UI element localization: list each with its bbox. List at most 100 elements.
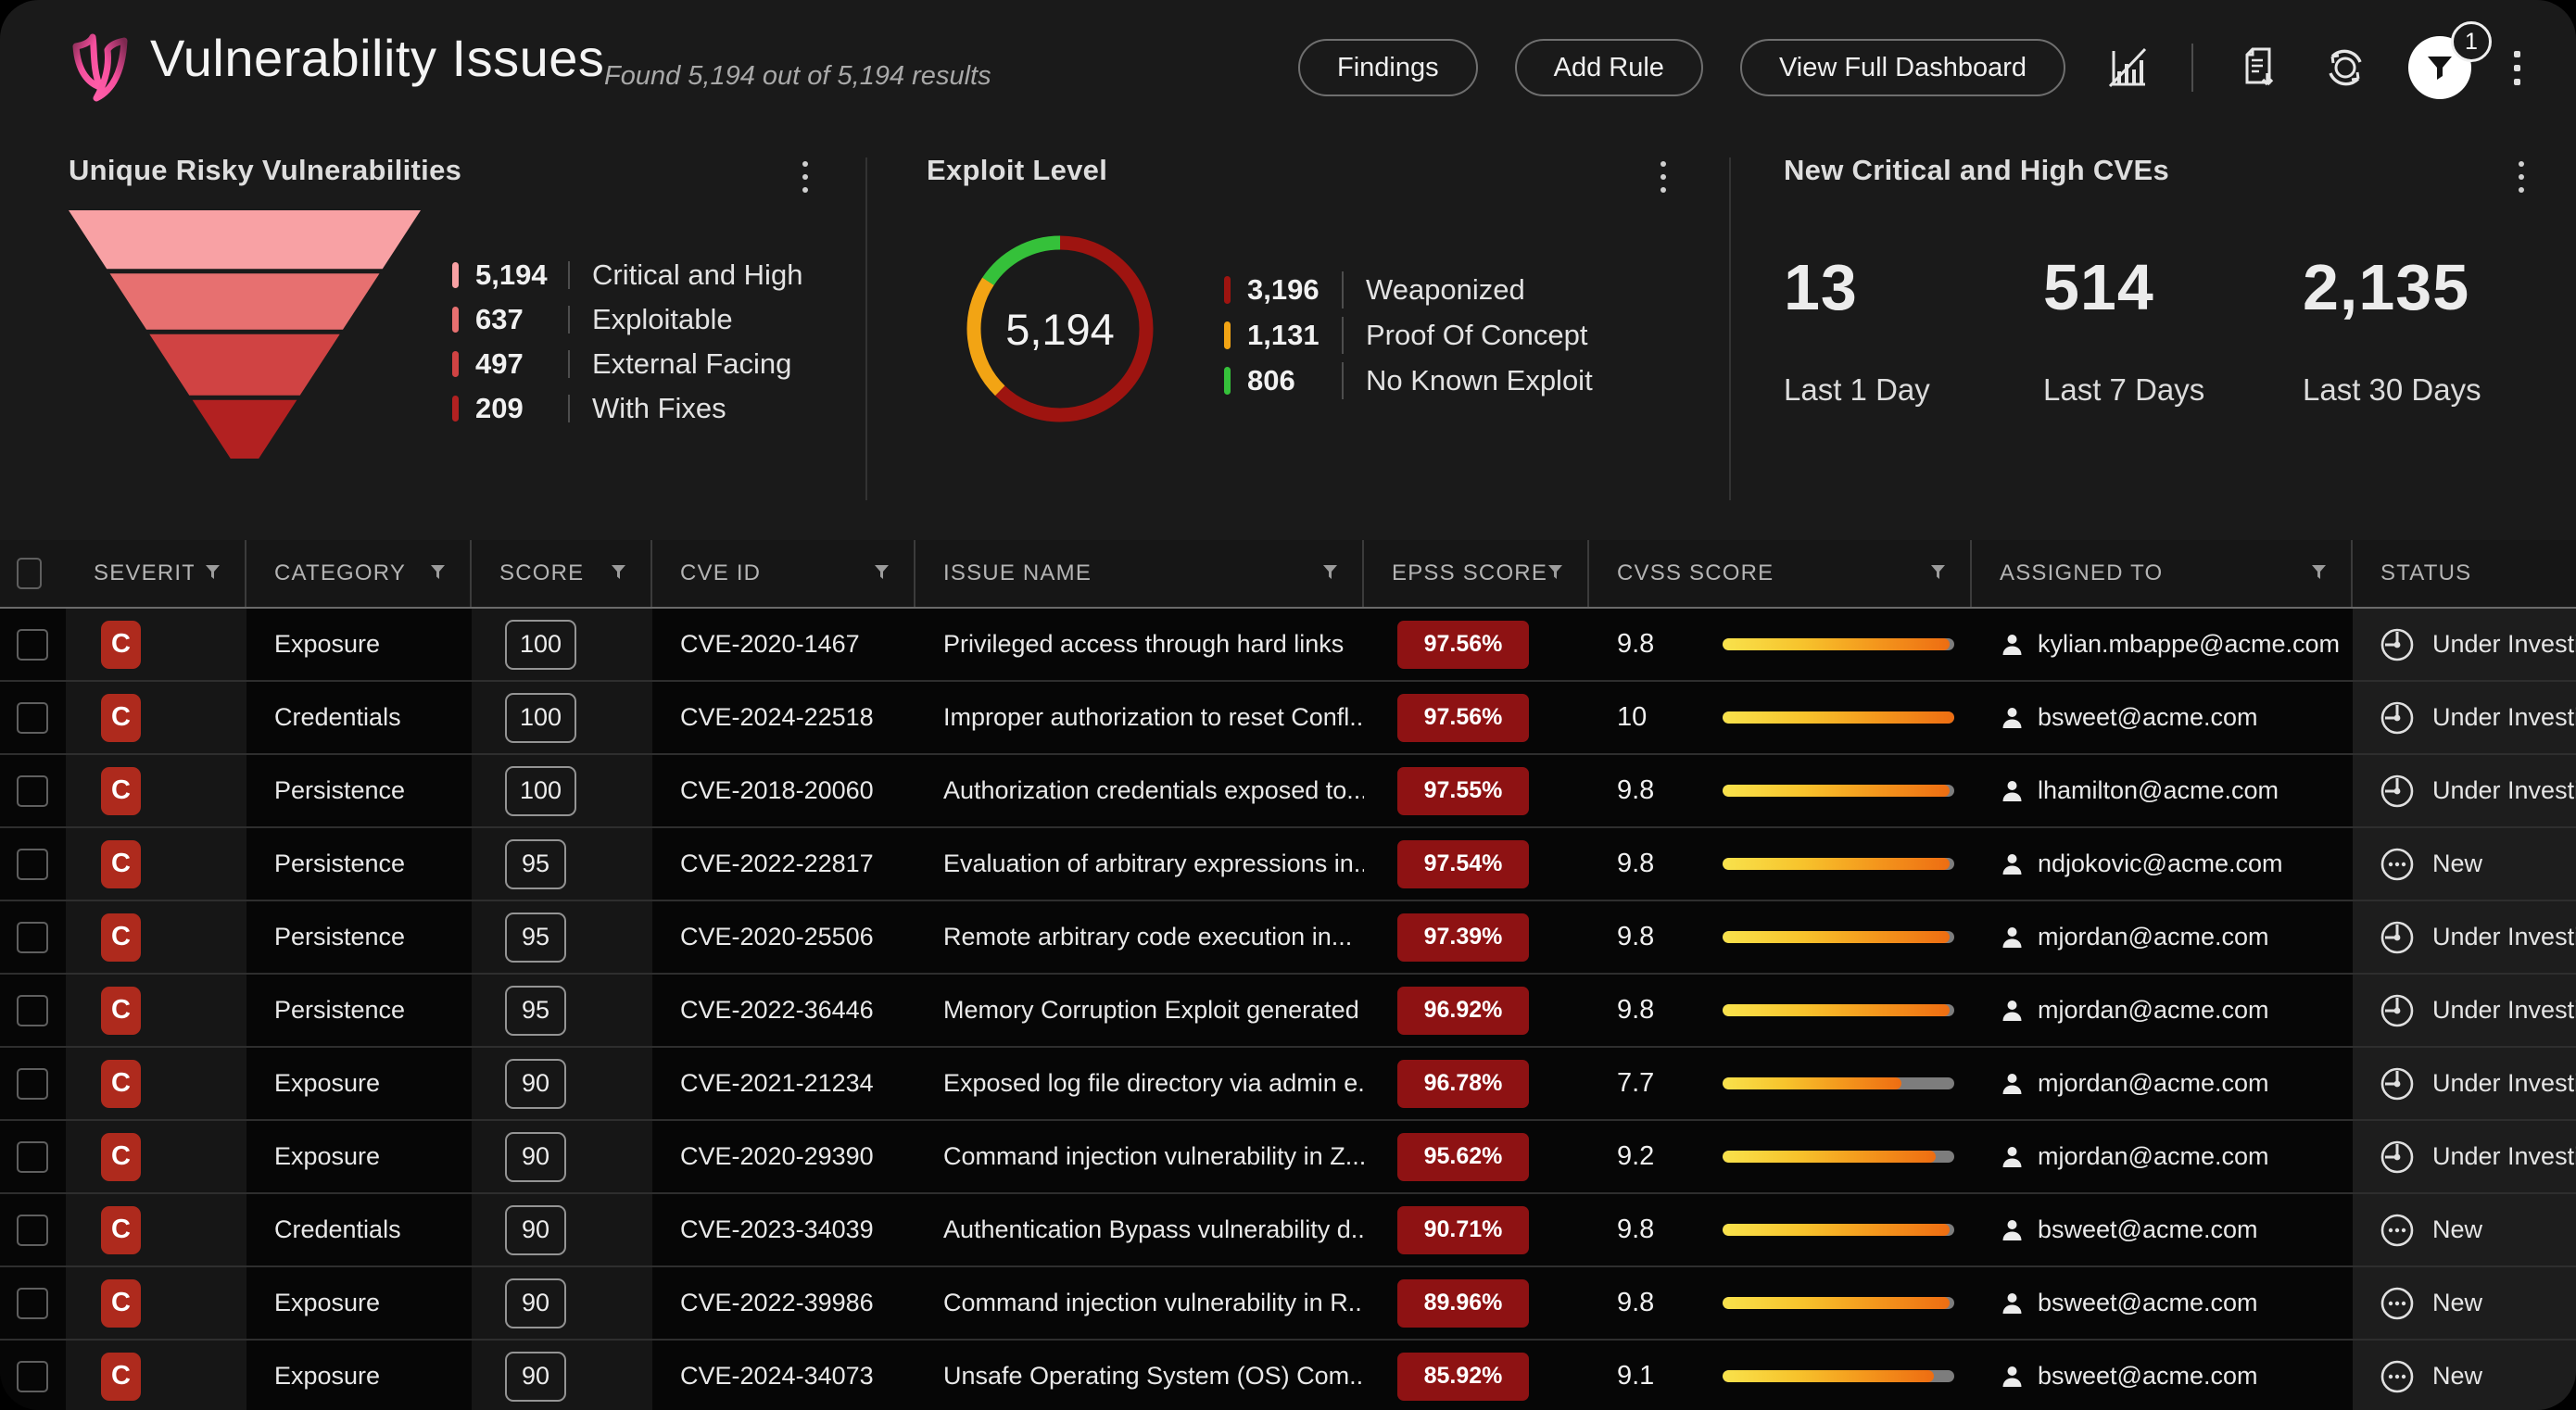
cell-score: 100 [472,682,652,753]
issue-name-value: Memory Corruption Exploit generated [943,996,1364,1025]
legend-separator [568,350,570,378]
card-kebab-menu-icon[interactable] [1655,156,1672,198]
category-value: Persistence [274,850,405,878]
table-row[interactable]: CExposure90CVE-2021-21234Exposed log fil… [0,1048,2576,1121]
legend-separator [1342,317,1344,354]
filter-icon[interactable] [1930,560,1946,586]
row-checkbox[interactable] [17,775,48,807]
row-checkbox[interactable] [17,1361,48,1392]
table-row[interactable]: CCredentials100CVE-2024-22518Improper au… [0,682,2576,755]
column-label: STATUS [2380,560,2471,586]
row-checkbox[interactable] [17,1141,48,1173]
refresh-icon[interactable] [2319,42,2371,94]
table-row[interactable]: CExposure90CVE-2022-39986Command injecti… [0,1267,2576,1341]
cell-status: New [2353,1341,2576,1410]
filter-icon[interactable] [2311,560,2327,586]
cell-cvss-score: 9.8 [1589,901,1972,973]
filter-icon[interactable] [1322,560,1338,586]
cell-checkbox [0,1121,66,1192]
card-kebab-menu-icon[interactable] [797,156,814,198]
cell-score: 95 [472,901,652,973]
add-rule-button[interactable]: Add Rule [1515,39,1703,96]
column-header-severity[interactable]: SEVERITY [66,540,246,607]
issue-name-value: Improper authorization to reset Confl... [943,703,1364,732]
cve-id-value: CVE-2024-34073 [680,1362,874,1391]
epss-score-badge: 85.92% [1397,1353,1529,1401]
category-value: Exposure [274,1362,380,1391]
cell-status: Under Investigation [2353,1121,2576,1192]
funnel-legend: 5,194Critical and High637Exploitable497E… [452,253,802,431]
filter-icon[interactable] [611,560,626,586]
table-row[interactable]: CExposure90CVE-2020-29390Command injecti… [0,1121,2576,1194]
column-header-epss-score[interactable]: EPSS SCORE [1364,540,1589,607]
filter-icon[interactable] [1547,560,1563,586]
assigned-email-value: ndjokovic@acme.com [2038,850,2283,878]
cell-cvss-score: 9.8 [1589,1267,1972,1339]
legend-separator [568,395,570,422]
table-row[interactable]: CExposure100CVE-2020-1467Privileged acce… [0,609,2576,682]
column-header-category[interactable]: CATEGORY [246,540,472,607]
column-header-score[interactable]: SCORE [472,540,652,607]
cvss-score-bar-fill [1723,638,1950,650]
cell-severity: C [66,1194,246,1265]
score-pill: 90 [505,1205,566,1255]
row-checkbox[interactable] [17,702,48,734]
user-avatar[interactable]: 1 [2408,36,2471,99]
cell-category: Credentials [246,682,472,753]
epss-score-badge: 97.39% [1397,913,1529,962]
table-row[interactable]: CPersistence95CVE-2022-22817Evaluation o… [0,828,2576,901]
filter-icon[interactable] [205,560,221,586]
table-row[interactable]: CPersistence95CVE-2020-25506Remote arbit… [0,901,2576,975]
cve-id-value: CVE-2020-25506 [680,923,874,951]
cvss-score-bar-fill [1723,1004,1950,1016]
row-checkbox[interactable] [17,849,48,880]
view-full-dashboard-button[interactable]: View Full Dashboard [1740,39,2065,96]
row-checkbox[interactable] [17,1288,48,1319]
column-header-cvss-score[interactable]: CVSS SCORE [1589,540,1972,607]
column-header-checkbox[interactable] [0,540,66,607]
table-row[interactable]: CCredentials90CVE-2023-34039Authenticati… [0,1194,2576,1267]
row-checkbox[interactable] [17,995,48,1026]
table-row[interactable]: CPersistence95CVE-2022-36446Memory Corru… [0,975,2576,1048]
export-report-icon[interactable] [2230,42,2282,94]
column-header-cve-id[interactable]: CVE ID [652,540,915,607]
cell-score: 100 [472,755,652,826]
cvss-score-value: 9.8 [1617,1288,1697,1318]
chart-disabled-icon[interactable] [2102,42,2154,94]
epss-score-badge: 95.62% [1397,1133,1529,1181]
legend-separator [568,306,570,334]
card-kebab-menu-icon[interactable] [2513,156,2530,198]
select-all-checkbox[interactable] [17,558,42,589]
person-icon [2000,1144,2025,1169]
severity-badge: C [101,1133,141,1181]
issue-name-value: Command injection vulnerability in R... [943,1289,1364,1317]
assigned-email-value: bsweet@acme.com [2038,1362,2258,1391]
stat-value: 2,135 [2303,250,2481,324]
cvss-score-value: 9.8 [1617,775,1697,806]
filter-icon[interactable] [874,560,890,586]
person-icon [2000,1071,2025,1096]
issue-name-value: Unsafe Operating System (OS) Com... [943,1362,1364,1391]
findings-button[interactable]: Findings [1298,39,1478,96]
cell-category: Persistence [246,975,472,1046]
cell-score: 90 [472,1048,652,1119]
table-row[interactable]: CExposure90CVE-2024-34073Unsafe Operatin… [0,1341,2576,1410]
category-value: Persistence [274,923,405,951]
cell-assigned-to: bsweet@acme.com [1972,682,2353,753]
row-checkbox[interactable] [17,1215,48,1246]
legend-item: 1,131Proof Of Concept [1224,312,1593,358]
vulnerability-dashboard: Vulnerability Issues Found 5,194 out of … [0,0,2576,1410]
column-header-assigned-to[interactable]: ASSIGNED TO [1972,540,2353,607]
cell-issue-name: Privileged access through hard links [915,609,1364,680]
column-header-issue-name[interactable]: ISSUE NAME [915,540,1364,607]
cell-epss-score: 97.39% [1364,901,1589,973]
cvss-score-bar [1723,1004,1954,1016]
legend-value: 497 [475,347,568,381]
row-checkbox[interactable] [17,629,48,661]
column-label: SEVERITY [94,560,194,586]
row-checkbox[interactable] [17,1068,48,1100]
table-row[interactable]: CPersistence100CVE-2018-20060Authorizati… [0,755,2576,828]
filter-icon[interactable] [430,560,446,586]
row-checkbox[interactable] [17,922,48,953]
header-kebab-menu-icon[interactable] [2508,45,2526,91]
